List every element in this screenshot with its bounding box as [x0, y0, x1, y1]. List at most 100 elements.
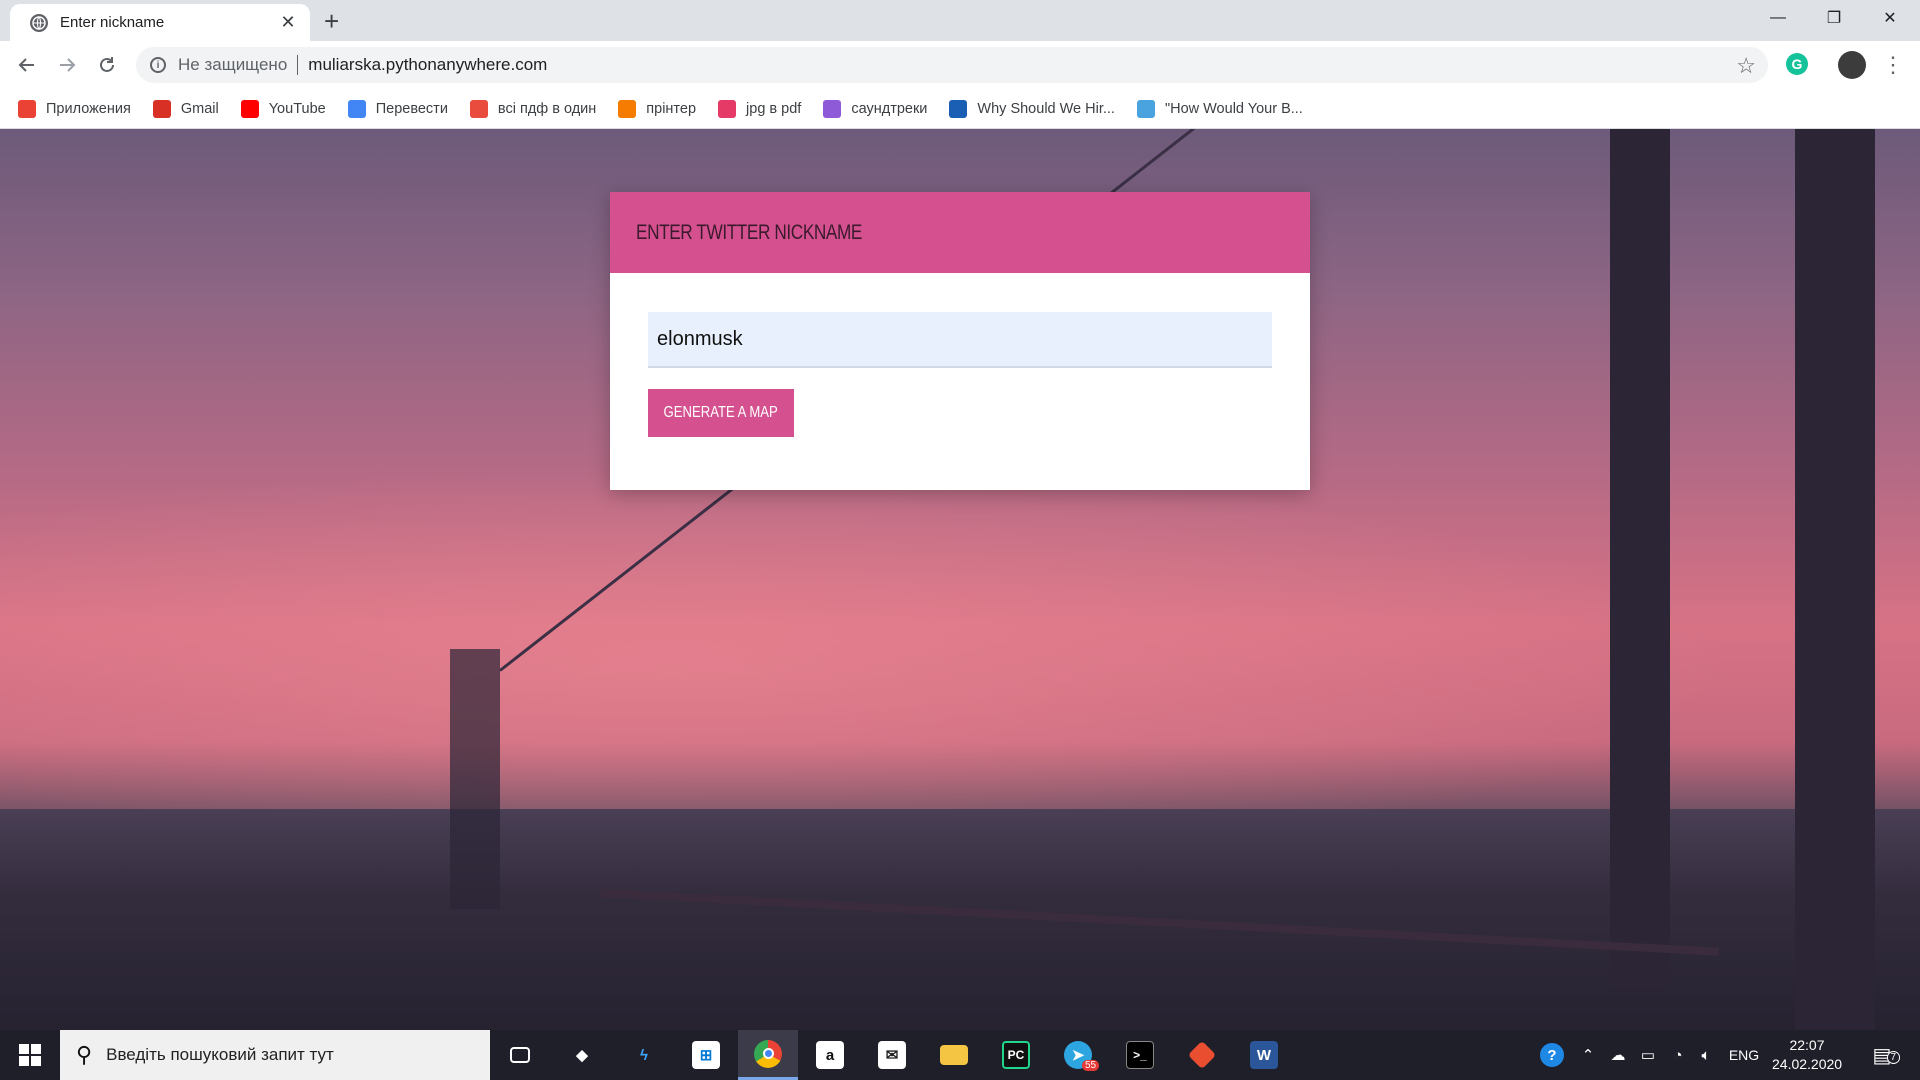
bookmark-item[interactable]: прінтер [618, 99, 696, 118]
git-app[interactable] [1172, 1030, 1232, 1080]
bookmark-item[interactable]: jpg в pdf [718, 99, 802, 118]
bookmark-label: jpg в pdf [746, 100, 802, 117]
new-tab-button[interactable]: + [324, 6, 339, 36]
store-bag-icon: ⊞ [692, 1041, 720, 1069]
bookmark-label: YouTube [268, 100, 326, 117]
bookmark-item[interactable]: Why Should We Hir... [949, 99, 1115, 118]
bookmark-star-icon[interactable]: ☆ [1736, 53, 1756, 79]
chrome-app[interactable] [738, 1030, 798, 1080]
telegram-badge: 55 [1082, 1060, 1100, 1071]
file-explorer-app[interactable] [924, 1030, 984, 1080]
menu-dots-icon[interactable]: ⋮ [1882, 51, 1904, 79]
window-close-button[interactable]: ✕ [1862, 0, 1918, 36]
restore-button[interactable]: ❐ [1806, 0, 1862, 36]
pycharm-app[interactable]: PC [986, 1030, 1046, 1080]
minimize-icon: — [1770, 9, 1786, 26]
address-bar[interactable]: i Не защищено muliarska.pythonanywhere.c… [136, 47, 1768, 83]
generate-map-button[interactable]: GENERATE A MAP [648, 389, 794, 437]
forward-arrow-icon [60, 58, 76, 72]
windows-taskbar: ⚲ Введіть пошуковий запит тут ◆ ϟ ⊞ a ✉ … [0, 1030, 1920, 1080]
bookmark-item[interactable]: саундтреки [823, 99, 927, 118]
battery-icon[interactable]: ▭ [1634, 1030, 1662, 1080]
mail-app[interactable]: ✉ [862, 1030, 922, 1080]
notification-icon: ▤ 7 [1873, 1043, 1901, 1068]
folder-icon [940, 1045, 968, 1065]
browser-toolbar: i Не защищено muliarska.pythonanywhere.c… [0, 41, 1920, 89]
back-arrow-icon [18, 58, 34, 72]
mail-icon: ✉ [878, 1041, 906, 1069]
start-button[interactable] [0, 1030, 60, 1080]
reload-button[interactable] [91, 49, 123, 81]
apps-grid-icon [18, 99, 36, 118]
bridge-tower-near-left [1610, 129, 1670, 989]
terminal-icon: >_ [1126, 1041, 1154, 1069]
bookmark-item[interactable]: Gmail [152, 99, 219, 118]
forward-button[interactable] [51, 49, 83, 81]
terminal-app[interactable]: >_ [1110, 1030, 1170, 1080]
link-icon [618, 99, 637, 118]
page-background: ENTER TWITTER NICKNAME GENERATE A MAP [0, 129, 1920, 1030]
bookmark-item[interactable]: всі пдф в один [469, 99, 597, 118]
nickname-input[interactable] [648, 312, 1272, 368]
bookmark-item[interactable]: Перевести [347, 99, 448, 118]
taskbar-clock[interactable]: 22:07 24.02.2020 [1772, 1036, 1842, 1074]
browser-tab[interactable]: Enter nickname ✕ [10, 4, 310, 41]
grammarly-extension-icon[interactable]: G [1786, 53, 1808, 75]
address-separator [297, 55, 299, 75]
amazon-app[interactable]: a [800, 1030, 860, 1080]
search-icon: ⚲ [76, 1042, 93, 1067]
tab-title: Enter nickname [60, 14, 165, 31]
git-icon [1187, 1040, 1217, 1070]
globe-icon [30, 13, 48, 32]
wifi-icon[interactable]: ◔ [1664, 1030, 1692, 1080]
minimize-button[interactable]: — [1750, 0, 1806, 36]
bookmarks-bar: Приложения Gmail YouTube Перевести всі пдф в… [0, 89, 1920, 129]
telegram-app[interactable]: ➤ 55 [1048, 1030, 1108, 1080]
volume-icon[interactable]: 🔈︎ [1692, 1030, 1720, 1080]
dropbox-app[interactable]: ◆ [552, 1030, 612, 1080]
restore-icon: ❐ [1826, 10, 1842, 27]
music-icon [823, 99, 842, 118]
bookmark-label: Приложения [46, 100, 131, 117]
show-hidden-icons-icon[interactable]: ⌃ [1576, 1030, 1600, 1080]
chrome-icon [754, 1039, 782, 1068]
bookmark-label: Why Should We Hir... [977, 100, 1115, 117]
onedrive-icon[interactable]: ☁ [1604, 1030, 1632, 1080]
card-title: ENTER TWITTER NICKNAME [636, 220, 863, 244]
microsoft-store-app[interactable]: ⊞ [676, 1030, 736, 1080]
bookmark-label: Перевести [375, 100, 448, 117]
language-indicator[interactable]: ENG [1724, 1030, 1764, 1080]
bookmark-item[interactable]: "How Would Your B... [1136, 99, 1303, 118]
window-close-icon: ✕ [1883, 10, 1897, 27]
pdf-merge-icon [469, 99, 488, 118]
reload-icon [100, 57, 114, 72]
nickname-card: ENTER TWITTER NICKNAME GENERATE A MAP [610, 192, 1310, 490]
url-text[interactable]: muliarska.pythonanywhere.com [308, 55, 547, 75]
bookmark-item[interactable]: Приложения [18, 99, 131, 118]
clock-time: 22:07 [1789, 1037, 1825, 1053]
notification-count: 7 [1886, 1050, 1901, 1064]
translate-icon [347, 99, 366, 118]
security-status: Не защищено [178, 55, 288, 74]
help-tray-icon[interactable]: ? [1534, 1030, 1570, 1080]
windows-logo-icon [19, 1044, 41, 1066]
visual-studio-app[interactable]: ϟ [614, 1030, 674, 1080]
bridge-tower-far [450, 649, 500, 909]
task-view-button[interactable] [490, 1030, 550, 1080]
action-center-button[interactable]: ▤ 7 [1862, 1030, 1902, 1080]
asterisk-icon [949, 99, 968, 118]
close-tab-icon[interactable]: ✕ [278, 12, 298, 33]
clock-date: 24.02.2020 [1772, 1056, 1843, 1072]
pycharm-icon: PC [1002, 1041, 1030, 1069]
info-icon[interactable]: i [150, 57, 166, 73]
task-view-icon [510, 1047, 530, 1063]
bookmark-label: всі пдф в один [497, 100, 597, 117]
bookmark-item[interactable]: YouTube [240, 99, 326, 118]
jpg-pdf-icon [718, 99, 737, 118]
taskbar-search[interactable]: ⚲ Введіть пошуковий запит тут [60, 1030, 490, 1080]
profile-avatar[interactable] [1838, 51, 1866, 79]
back-button[interactable] [11, 49, 43, 81]
bookmark-label: "How Would Your B... [1164, 100, 1303, 117]
word-app[interactable]: W [1234, 1030, 1294, 1080]
youtube-icon [240, 99, 259, 118]
